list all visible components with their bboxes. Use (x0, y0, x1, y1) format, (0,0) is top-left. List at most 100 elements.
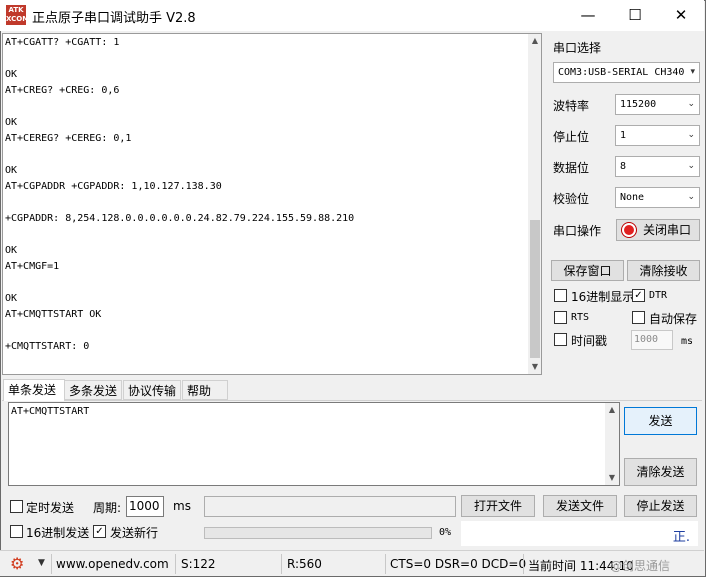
ad-text: 正. (672, 530, 690, 545)
stop-bits-value: 1 (620, 130, 627, 141)
send-progress-bar (204, 527, 432, 539)
send-scrollbar[interactable]: ▲ ▼ (605, 403, 619, 485)
hex-display-checkbox[interactable] (554, 289, 567, 302)
send-progress-text: 0% (439, 527, 452, 538)
tab-help[interactable]: 帮助 (182, 380, 228, 400)
timed-send-label: 定时发送 (26, 501, 75, 515)
receive-line: OK (5, 165, 18, 176)
data-bits-label: 数据位 (553, 161, 590, 175)
status-separator (385, 554, 386, 574)
file-path-field[interactable] (204, 496, 456, 517)
send-file-button[interactable]: 发送文件 (543, 495, 617, 517)
receive-line: OK (5, 245, 18, 256)
app-logo: ATK XCOM (6, 5, 30, 25)
sent-count: S:122 (181, 557, 216, 571)
chevron-down-icon: ▾ (690, 67, 695, 77)
save-window-button[interactable]: 保存窗口 (551, 260, 624, 281)
data-bits-value: 8 (620, 161, 627, 172)
status-separator (281, 554, 282, 574)
hex-send-label: 16进制发送 (26, 526, 90, 540)
newline-label: 发送新行 (110, 526, 159, 540)
receive-line: +CMQTTSTART: 0 (5, 341, 90, 352)
tab-multi-send[interactable]: 多条发送 (64, 380, 122, 400)
receive-line: AT+CREG? +CREG: 0,6 (5, 85, 120, 96)
data-bits-select[interactable]: 8 ⌄ (615, 156, 700, 177)
hex-send-checkbox[interactable] (10, 525, 23, 538)
timed-send-checkbox[interactable] (10, 500, 23, 513)
receive-line: AT+CGATT? +CGATT: 1 (5, 37, 120, 48)
timestamp-label: 时间戳 (571, 334, 608, 348)
period-unit: ms (173, 499, 191, 513)
received-count: R:560 (287, 557, 322, 571)
status-separator (175, 554, 176, 574)
status-separator (523, 554, 524, 574)
stop-bits-label: 停止位 (553, 130, 590, 144)
send-button[interactable]: 发送 (624, 407, 697, 435)
scroll-up-icon[interactable]: ▲ (605, 403, 619, 417)
scroll-thumb[interactable] (530, 220, 540, 358)
baud-select[interactable]: 115200 ⌄ (615, 94, 700, 115)
auto-save-label: 自动保存 (649, 312, 698, 326)
send-input[interactable]: AT+CMQTTSTART ▲ ▼ (8, 402, 620, 486)
rts-checkbox[interactable] (554, 311, 567, 324)
chevron-down-icon: ⌄ (687, 99, 695, 109)
tab-protocol[interactable]: 协议传输 (123, 380, 181, 400)
status-separator (51, 554, 52, 574)
title-bar: ATK XCOM 正点原子串口调试助手 V2.8 — ☐ ✕ (0, 0, 704, 31)
timestamp-unit: ms (681, 336, 694, 347)
timestamp-checkbox[interactable] (554, 333, 567, 346)
gear-icon[interactable]: ⚙ (10, 554, 24, 573)
line-signals: CTS=0 DSR=0 DCD=0 (390, 557, 527, 571)
website-link[interactable]: www.openedv.com (56, 557, 169, 571)
scroll-down-icon[interactable]: ▼ (528, 360, 541, 374)
newline-checkbox[interactable]: ✓ (93, 525, 106, 538)
send-text: AT+CMQTTSTART (11, 406, 90, 417)
receive-line: AT+CMGF=1 (5, 261, 60, 272)
receive-line: AT+CGPADDR +CGPADDR: 1,10.127.138.30 (5, 181, 222, 192)
close-button[interactable]: ✕ (658, 0, 704, 31)
timestamp-interval-input[interactable]: 1000 (631, 330, 673, 350)
dtr-checkbox[interactable]: ✓ (632, 289, 645, 302)
chevron-down-icon: ⌄ (687, 161, 695, 171)
receive-line: OK (5, 293, 18, 304)
close-port-label: 关闭串口 (642, 223, 691, 237)
minimize-button[interactable]: — (565, 0, 611, 31)
rts-label: RTS (571, 312, 590, 323)
close-port-button[interactable]: 关闭串口 (616, 219, 700, 241)
receive-line: OK (5, 69, 18, 80)
hex-display-label: 16进制显示 (571, 290, 635, 304)
status-bar: ⚙ ▼ www.openedv.com S:122 R:560 CTS=0 DS… (0, 550, 704, 576)
receive-line: AT+CEREG? +CEREG: 0,1 (5, 133, 132, 144)
parity-value: None (620, 192, 645, 203)
maximize-button[interactable]: ☐ (612, 0, 658, 31)
port-select-label: 串口选择 (553, 41, 602, 55)
tab-single-send[interactable]: 单条发送 (3, 379, 65, 401)
parity-label: 校验位 (553, 192, 590, 206)
receive-area[interactable]: AT+CGATT? +CGATT: 1 OK AT+CREG? +CREG: 0,6… (2, 33, 542, 375)
period-input[interactable]: 1000 (126, 496, 164, 517)
chevron-down-icon[interactable]: ▼ (38, 558, 45, 568)
receive-line: AT+CMQTTSTART OK (5, 309, 102, 320)
scroll-down-icon[interactable]: ▼ (605, 471, 619, 485)
chevron-down-icon: ⌄ (687, 130, 695, 140)
dtr-label: DTR (649, 290, 668, 301)
period-label: 周期: (93, 501, 122, 515)
record-icon (622, 223, 636, 237)
baud-select-value: 115200 (620, 99, 657, 110)
receive-scrollbar[interactable]: ▲ ▼ (528, 34, 541, 374)
open-file-button[interactable]: 打开文件 (461, 495, 535, 517)
clear-receive-button[interactable]: 清除接收 (627, 260, 700, 281)
scroll-up-icon[interactable]: ▲ (528, 34, 541, 48)
port-select-value: COM3:USB-SERIAL CH340 (558, 67, 685, 78)
watermark: @创思通信 (610, 559, 671, 573)
stop-bits-select[interactable]: 1 ⌄ (615, 125, 700, 146)
ad-panel: 正. (461, 521, 698, 546)
stop-send-button[interactable]: 停止发送 (624, 495, 697, 517)
receive-line: +CGPADDR: 8,254.128.0.0.0.0.0.0.24.82.79… (5, 213, 355, 224)
parity-select[interactable]: None ⌄ (615, 187, 700, 208)
baud-label: 波特率 (553, 99, 590, 113)
port-select[interactable]: COM3:USB-SERIAL CH340 ▾ (553, 62, 700, 83)
auto-save-checkbox[interactable] (632, 311, 645, 324)
chevron-down-icon: ⌄ (687, 192, 695, 202)
clear-send-button[interactable]: 清除发送 (624, 458, 697, 486)
